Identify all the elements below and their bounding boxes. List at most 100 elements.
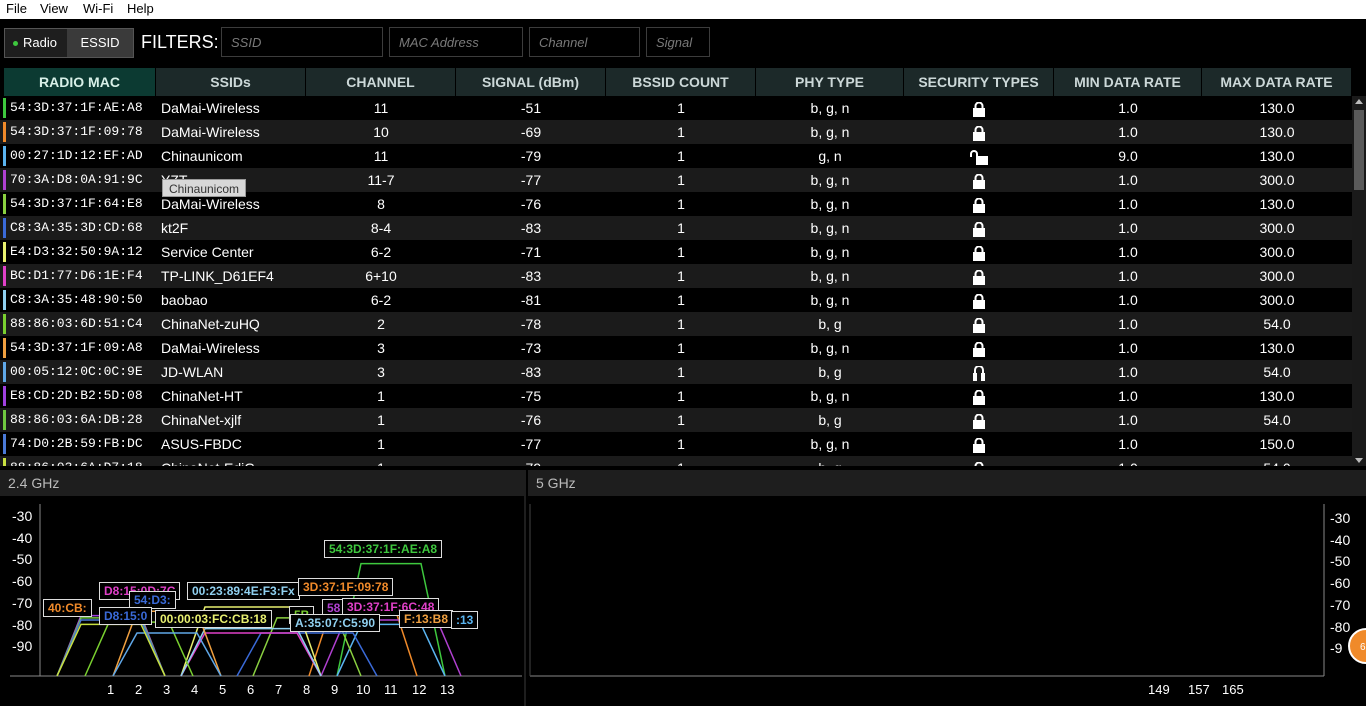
table-row[interactable]: 88:86:03:6A:DB:28 ChinaNet-xjlf 1 -76 1 b, g 1… bbox=[0, 408, 1352, 432]
x-tick-label: 8 bbox=[303, 682, 311, 697]
y-tick-label: -60 bbox=[1330, 575, 1351, 592]
radio-mode-button[interactable]: Radio bbox=[5, 29, 67, 57]
column-header-8[interactable]: MAX DATA RATE bbox=[1202, 68, 1352, 96]
column-header-5[interactable]: PHY TYPE bbox=[756, 68, 904, 96]
signal-filter-input[interactable] bbox=[646, 27, 710, 57]
table-row[interactable]: C8:3A:35:3D:CD:68 kt2F 8-4 -83 1 b, g, n 1.0 30… bbox=[0, 216, 1352, 240]
cell-channel: 1 bbox=[377, 388, 385, 404]
cell-security bbox=[904, 408, 1054, 432]
cell-max: 130.0 bbox=[1259, 340, 1295, 356]
padlock-icon bbox=[972, 220, 986, 240]
padlock-icon bbox=[972, 268, 986, 288]
mac-tag-label[interactable]: D8:15:0 bbox=[99, 607, 153, 625]
y-tick-label: -60 bbox=[12, 573, 33, 590]
cell-security bbox=[904, 216, 1054, 240]
column-header-2[interactable]: CHANNEL bbox=[306, 68, 456, 96]
cell-signal: -77 bbox=[520, 436, 542, 452]
cell-security bbox=[904, 240, 1054, 264]
view-mode-toggle[interactable]: Radio ESSID bbox=[4, 28, 134, 58]
scroll-up-arrow-icon[interactable] bbox=[1352, 96, 1366, 108]
ssid-tooltip: Chinaunicom bbox=[162, 179, 246, 197]
scrollbar-thumb[interactable] bbox=[1354, 110, 1364, 190]
cell-radio-mac: 54:3D:37:1F:64:E8 bbox=[10, 196, 143, 211]
signal-curve[interactable] bbox=[180, 632, 322, 677]
cell-phy: g, n bbox=[818, 148, 842, 164]
column-header-3[interactable]: SIGNAL (dBm) bbox=[456, 68, 606, 96]
row-color-marker bbox=[3, 410, 6, 430]
chart-5ghz bbox=[529, 504, 1325, 677]
ssid-filter-input[interactable] bbox=[221, 27, 383, 57]
cell-security bbox=[904, 312, 1054, 336]
signal-curve[interactable] bbox=[56, 623, 166, 677]
table-row[interactable]: 54:3D:37:1F:AE:A8 DaMai-Wireless 11 -51 1 b, … bbox=[0, 96, 1352, 120]
cell-max: 300.0 bbox=[1259, 220, 1295, 236]
channel-filter-input[interactable] bbox=[529, 27, 640, 57]
cell-radio-mac: 74:D0:2B:59:FB:DC bbox=[10, 436, 143, 451]
mac-filter-input[interactable] bbox=[389, 27, 523, 57]
signal-curve[interactable] bbox=[112, 632, 222, 677]
cell-signal: -83 bbox=[520, 268, 542, 284]
cell-phy: b, g bbox=[818, 316, 842, 332]
cell-bssid: 1 bbox=[677, 340, 685, 356]
row-color-marker bbox=[3, 338, 6, 358]
table-row[interactable]: 54:3D:37:1F:09:78 DaMai-Wireless 10 -69 1 b, … bbox=[0, 120, 1352, 144]
mac-tag-label[interactable]: 00:00:03:FC:CB:18 bbox=[155, 610, 272, 628]
table-row[interactable]: 00:27:1D:12:EF:AD Chinaunicom 11 -79 1 g, n 9.… bbox=[0, 144, 1352, 168]
column-header-7[interactable]: MIN DATA RATE bbox=[1054, 68, 1202, 96]
table-scrollbar[interactable] bbox=[1352, 96, 1366, 466]
padlock-icon bbox=[972, 460, 986, 466]
padlock-icon bbox=[972, 172, 986, 192]
cell-phy: b, g, n bbox=[810, 172, 850, 188]
column-header-6[interactable]: SECURITY TYPES bbox=[904, 68, 1054, 96]
mac-tag-label[interactable]: A:35:07:C5:90 bbox=[290, 614, 381, 632]
table-row[interactable]: 74:D0:2B:59:FB:DC ASUS-FBDC 1 -77 1 b, g, n 1.… bbox=[0, 432, 1352, 456]
signal-curve[interactable] bbox=[236, 632, 378, 677]
x-tick-label: 7 bbox=[275, 682, 283, 697]
mac-tag-label[interactable]: :13 bbox=[451, 611, 479, 629]
column-header-1[interactable]: SSIDs bbox=[156, 68, 306, 96]
table-row[interactable]: E8:CD:2D:B2:5D:08 ChinaNet-HT 1 -75 1 b, g, n… bbox=[0, 384, 1352, 408]
table-row[interactable]: BC:D1:77:D6:1E:F4 TP-LINK_D61EF4 6+10 -83 1 b… bbox=[0, 264, 1352, 288]
menu-wifi[interactable]: Wi-Fi bbox=[83, 1, 113, 16]
row-color-marker bbox=[3, 194, 6, 214]
cell-security bbox=[904, 336, 1054, 360]
table-row[interactable]: 00:05:12:0C:0C:9E JD-WLAN 3 -83 1 b, g 1.0 54.0 bbox=[0, 360, 1352, 384]
menu-file[interactable]: File bbox=[6, 1, 27, 16]
row-color-marker bbox=[3, 266, 6, 286]
cell-ssid: ChinaNet-xjlf bbox=[161, 412, 242, 428]
mac-tag-label[interactable]: 00:23:89:4E:F3:Fx bbox=[187, 582, 300, 600]
signal-curve[interactable] bbox=[84, 621, 194, 677]
signal-curve[interactable] bbox=[56, 619, 166, 677]
column-header-4[interactable]: BSSID COUNT bbox=[606, 68, 756, 96]
essid-mode-button[interactable]: ESSID bbox=[67, 29, 133, 57]
table-row[interactable]: 88:86:03:6D:51:C4 ChinaNet-zuHQ 2 -78 1 b, g 1… bbox=[0, 312, 1352, 336]
row-color-marker bbox=[3, 122, 6, 142]
table-row[interactable]: E4:D3:32:50:9A:12 Service Center 6-2 -71 1 b,… bbox=[0, 240, 1352, 264]
cell-bssid: 1 bbox=[677, 196, 685, 212]
x-tick-label: 157 bbox=[1188, 682, 1210, 697]
mac-tag-label[interactable]: 40:CB: bbox=[43, 599, 92, 617]
cell-bssid: 1 bbox=[677, 292, 685, 308]
cell-ssid: ChinaNet-HT bbox=[161, 388, 243, 404]
y-tick-label: -30 bbox=[12, 508, 33, 524]
x-tick-label: 5 bbox=[219, 682, 227, 697]
scroll-down-arrow-icon[interactable] bbox=[1352, 454, 1366, 466]
menu-view[interactable]: View bbox=[40, 1, 68, 16]
cell-bssid: 1 bbox=[677, 124, 685, 140]
mac-tag-label[interactable]: 54:3D:37:1F:AE:A8 bbox=[324, 540, 443, 558]
cell-channel: 1 bbox=[377, 436, 385, 452]
column-header-0[interactable]: RADIO MAC bbox=[4, 68, 156, 96]
cell-bssid: 1 bbox=[606, 456, 756, 466]
mac-tag-label[interactable]: 3D:37:1F:09:78 bbox=[298, 578, 394, 596]
signal-curve[interactable] bbox=[56, 617, 166, 677]
mac-tag-label[interactable]: F:13:B8 bbox=[399, 610, 454, 628]
signal-curve[interactable] bbox=[336, 623, 446, 677]
cell-max: 54.0 bbox=[1263, 316, 1291, 332]
cell-max: 130.0 bbox=[1259, 196, 1295, 212]
table-row[interactable]: 54:3D:37:1F:09:A8 DaMai-Wireless 3 -73 1 b, g… bbox=[0, 336, 1352, 360]
menu-help[interactable]: Help bbox=[127, 1, 154, 16]
cell-security bbox=[904, 144, 1054, 168]
cell-bssid: 1 bbox=[677, 220, 685, 236]
table-row[interactable]: 88:86:03:6A:D7:18ChinaNet-EdjG1-791b, g1… bbox=[0, 456, 1352, 466]
table-row[interactable]: C8:3A:35:48:90:50 baobao 6-2 -81 1 b, g, n 1.0… bbox=[0, 288, 1352, 312]
